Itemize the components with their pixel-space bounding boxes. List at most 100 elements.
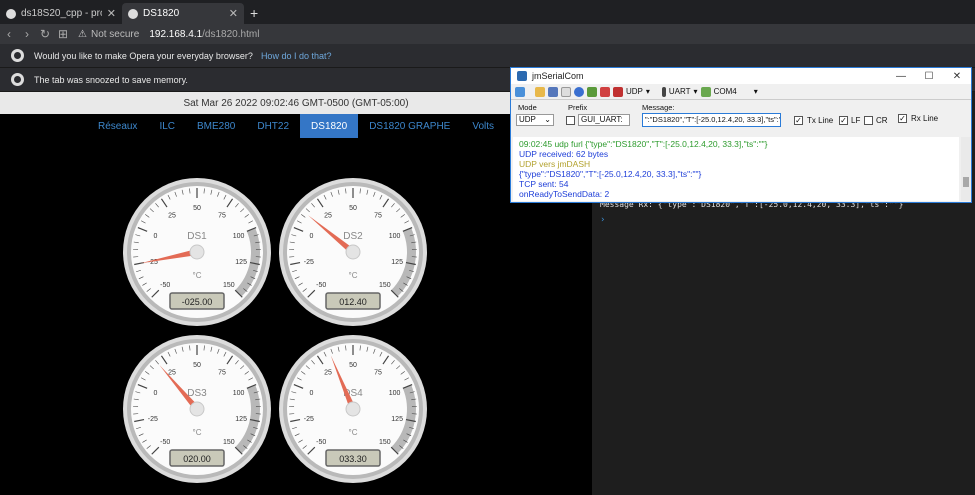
connect-icon[interactable]	[515, 86, 525, 97]
nav-item[interactable]: ILC	[148, 114, 186, 138]
lf-checkbox[interactable]: ✓	[839, 116, 848, 125]
back-icon[interactable]: ‹	[0, 27, 18, 41]
nav-item[interactable]: Volts	[461, 114, 505, 138]
message-field[interactable]: ":"DS1820","T":[-25.0,12.4,20, 33.3],"ts…	[642, 113, 781, 127]
document-icon[interactable]	[561, 86, 571, 97]
chevron-down-icon[interactable]: ▾	[754, 87, 758, 96]
gauge-unit: °C	[193, 271, 202, 280]
com-icon	[700, 86, 711, 97]
gauge-tick-label: 125	[391, 259, 403, 266]
cr-checkbox[interactable]	[864, 116, 873, 125]
address-bar: ‹ › ↻ ⊞ ⚠ Not secure 192.168.4.1/ds1820.…	[0, 24, 975, 44]
gauge-tick-label: 125	[235, 259, 247, 266]
folder-icon[interactable]	[535, 86, 545, 97]
com-menu[interactable]: COM4	[714, 87, 737, 96]
opera-logo-icon	[11, 73, 24, 86]
log-line: {"type":"DS1820","T":[-25.0,12.4,20, 33.…	[519, 169, 702, 179]
prefix-field[interactable]: GUI_UART:	[578, 114, 630, 126]
cr-label: CR	[876, 116, 888, 125]
gauge-value: 020.00	[183, 454, 211, 464]
gauge-tick-label: -25	[304, 259, 314, 266]
log-line: TCP sent: 54	[519, 179, 569, 189]
url-field[interactable]: 192.168.4.1/ds1820.html	[149, 29, 259, 40]
terminal-output: Message Rx: {"type":"DS1820","T":[-25.0,…	[600, 200, 970, 225]
banner-link[interactable]: How do I do that?	[261, 51, 332, 61]
gauge-tick-label: 150	[379, 439, 391, 446]
gauge-ds4: -50-250255075100125150DS4°C033.30	[279, 335, 427, 483]
uart-menu[interactable]: UART	[669, 87, 691, 96]
gauge-tick-label: 75	[218, 213, 226, 220]
page-nav: Réseaux ILC BME280 DHT22 DS1820 DS1820 GRAPHE…	[0, 114, 592, 138]
settings-icon[interactable]	[587, 86, 597, 97]
new-tab-button[interactable]: +	[244, 5, 264, 24]
log-scrollbar[interactable]	[961, 137, 971, 201]
window-title: jmSerialCom	[532, 71, 584, 81]
gauge-hub	[345, 401, 361, 417]
nav-item[interactable]: DHT22	[246, 114, 300, 138]
reload-icon[interactable]: ↻	[36, 27, 54, 41]
warning-icon[interactable]: ⚠	[78, 29, 87, 40]
gauge-unit: °C	[349, 271, 358, 280]
gauge-tick-label: 75	[374, 213, 382, 220]
gauge-tick-label: 100	[233, 233, 245, 240]
gauge-tick-label: -50	[316, 282, 326, 289]
minimize-button[interactable]: —	[887, 71, 915, 82]
nav-item[interactable]: DS1820 GRAPHE	[358, 114, 461, 138]
mode-select[interactable]: UDP ⌄	[516, 114, 554, 126]
security-label: Not secure	[90, 28, 140, 40]
info-icon[interactable]	[574, 86, 584, 97]
chevron-down-icon[interactable]: ▾	[694, 87, 698, 96]
prefix-label: Prefix	[568, 103, 588, 112]
gauge-tick-label: 75	[374, 370, 382, 377]
gauge-tick-label: 125	[235, 416, 247, 423]
gauge-tick-label: 50	[193, 205, 201, 212]
gauge-tick-label: 100	[233, 390, 245, 397]
date-bar: Sat Mar 26 2022 09:02:46 GMT-0500 (GMT-0…	[0, 92, 592, 114]
gauge-tick-label: 50	[193, 362, 201, 369]
nav-item[interactable]: Réseaux	[87, 114, 148, 138]
tabs-grid-icon[interactable]: ⊞	[54, 27, 72, 41]
gauge-unit: °C	[349, 428, 358, 437]
gauge-tick-label: 125	[391, 416, 403, 423]
maximize-button[interactable]: ☐	[915, 71, 943, 82]
rxline-checkbox[interactable]: ✓	[898, 114, 907, 123]
tab-bar: ds18S20_cpp - project - co ✕ DS1820 ✕ +	[0, 0, 975, 24]
forward-icon[interactable]: ›	[18, 27, 36, 41]
lf-label: LF	[851, 116, 861, 125]
save-icon[interactable]	[548, 86, 558, 97]
udp-menu[interactable]: UDP	[626, 87, 643, 96]
gauge-tick-label: 0	[153, 233, 157, 240]
gauge-tick-label: 100	[389, 233, 401, 240]
prefix-checkbox[interactable]	[566, 116, 575, 125]
gauge-hub	[189, 401, 205, 417]
app-icon	[517, 71, 527, 81]
gauge-tick-label: 150	[223, 439, 235, 446]
gauge-value: 012.40	[339, 297, 367, 307]
tab-ds1820[interactable]: DS1820 ✕	[122, 3, 244, 24]
txline-label: Tx Line	[807, 116, 834, 125]
tab-project[interactable]: ds18S20_cpp - project - co ✕	[0, 3, 122, 24]
log-line: UDP vers jmDASH	[519, 159, 591, 169]
gauge-value: 033.30	[339, 454, 367, 464]
banner-text: Would you like to make Opera your everyd…	[34, 50, 253, 61]
color-icon[interactable]	[600, 86, 610, 97]
gauge-tick-label: -25	[148, 416, 158, 423]
gauge-name: DS2	[343, 231, 363, 242]
gauge-tick-label: -50	[316, 439, 326, 446]
chevron-down-icon[interactable]: ▾	[646, 87, 650, 96]
nav-item[interactable]: DS1820	[300, 114, 359, 138]
txline-checkbox[interactable]: ✓	[794, 116, 803, 125]
close-icon[interactable]: ✕	[107, 7, 116, 20]
tab-title: ds18S20_cpp - project - co	[21, 8, 102, 19]
rxline-label: Rx Line	[911, 114, 939, 123]
close-icon[interactable]: ✕	[229, 7, 238, 20]
default-browser-banner: Would you like to make Opera your everyd…	[0, 44, 975, 68]
nav-item[interactable]: BME280	[186, 114, 246, 138]
gauge-tick-label: -25	[304, 416, 314, 423]
scrollbar-thumb[interactable]	[963, 177, 969, 187]
close-button[interactable]: ✕	[943, 71, 971, 82]
gauge-tick-label: 50	[349, 362, 357, 369]
globe-icon	[6, 8, 16, 19]
log-line: onReadyToSendData: 2	[519, 189, 610, 199]
terminal-prompt[interactable]: ›	[600, 215, 970, 225]
